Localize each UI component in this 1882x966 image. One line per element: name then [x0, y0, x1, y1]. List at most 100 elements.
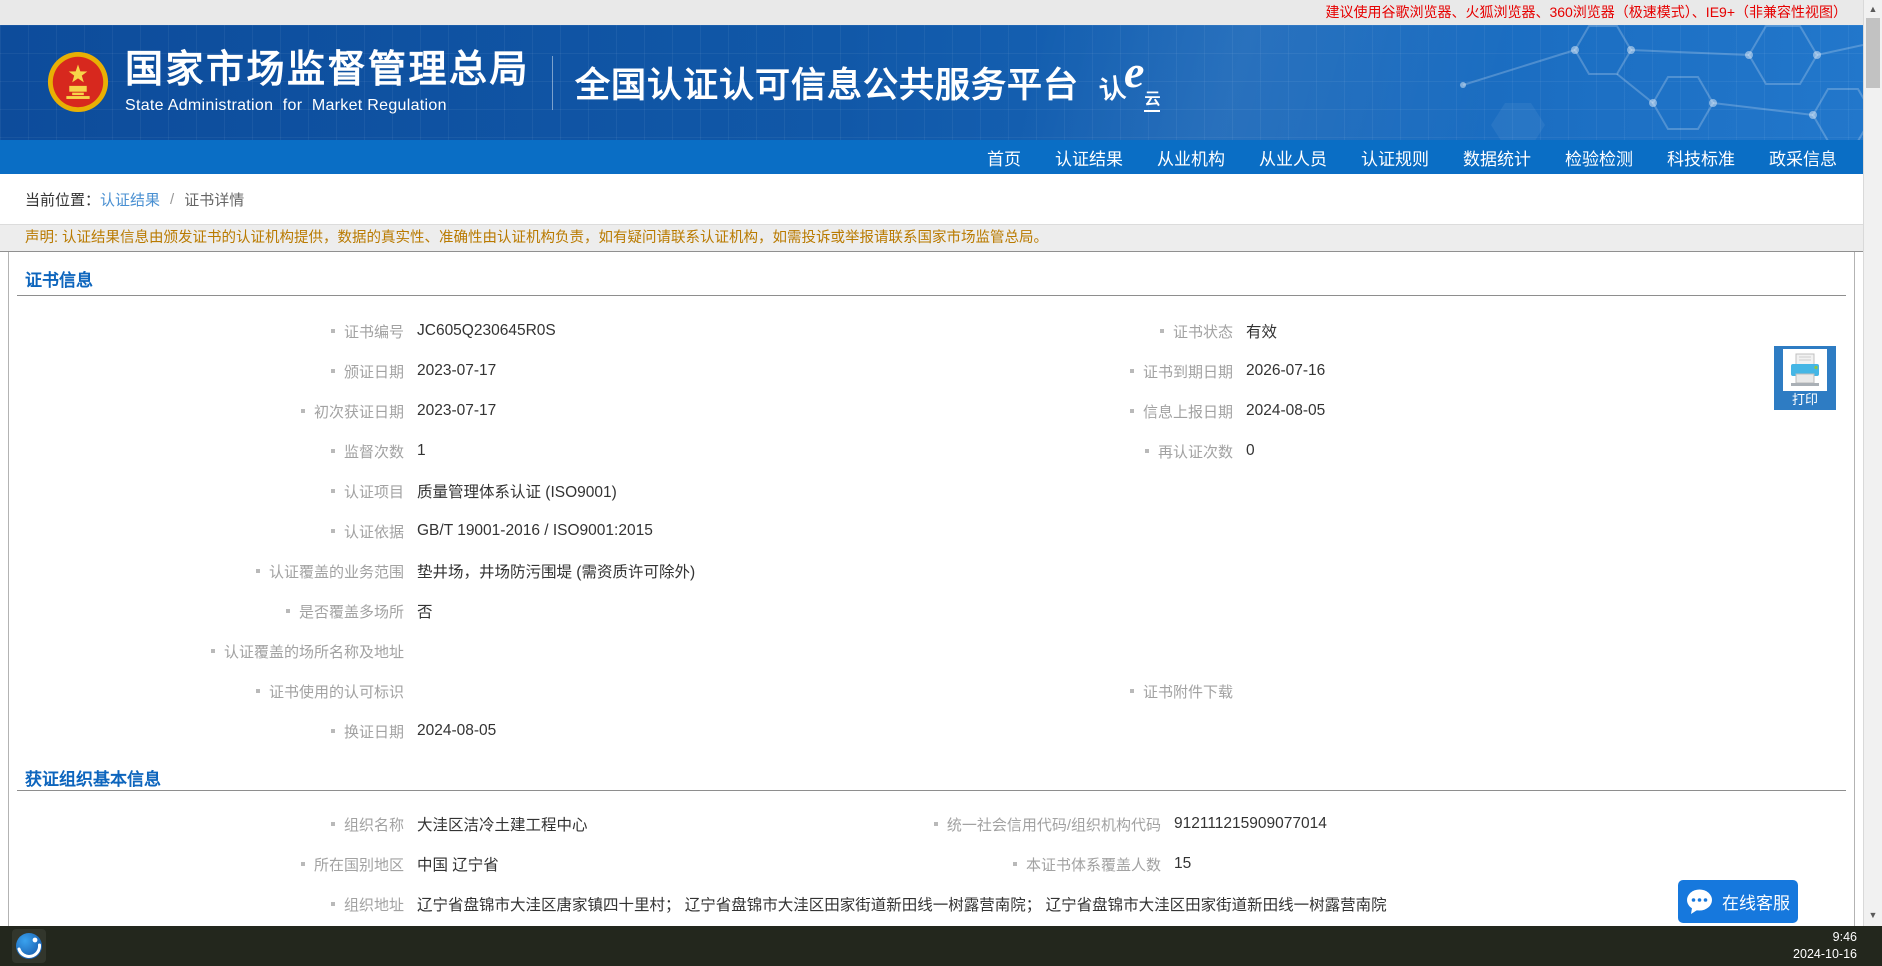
site-logo[interactable]: 国家市场监督管理总局 State Administration for Mark… [46, 48, 531, 116]
disclaimer-bar: 声明: 认证结果信息由颁发证书的认证机构提供，数据的真实性、准确性由认证机构负责… [0, 224, 1863, 252]
browser-taskbar-icon[interactable] [12, 929, 46, 963]
field-row: 证书状态 有效 [791, 311, 1277, 351]
nav-item[interactable]: 认证结果 [1055, 145, 1123, 170]
nav-item[interactable]: 从业机构 [1157, 145, 1225, 170]
field-label: 证书使用的认可标识 [9, 681, 404, 702]
bullet-icon [330, 449, 335, 453]
bullet-icon [285, 609, 290, 613]
field-row: 认证项目 质量管理体系认证 (ISO9001) [9, 471, 617, 511]
field-row: 再认证次数 0 [791, 431, 1255, 471]
disclaimer-text: 声明: 认证结果信息由颁发证书的认证机构提供，数据的真实性、准确性由认证机构负责… [25, 230, 1049, 246]
page: 建议使用谷歌浏览器、火狐浏览器、360浏览器（极速模式）、IE9+（非兼容性视图… [0, 0, 1882, 966]
field-row: 换证日期 2024-08-05 [9, 711, 496, 751]
main-nav: 首页 认证结果 从业机构 从业人员 认证规则 数据统计 检验检测 科技标准 政采信息 [0, 140, 1863, 174]
field-label: 再认证次数 [791, 441, 1233, 462]
field-label: 统一社会信用代码/组织机构代码 [791, 814, 1161, 835]
nav-item[interactable]: 从业人员 [1259, 145, 1327, 170]
scrollbar-up-arrow[interactable]: ▲ [1864, 4, 1882, 14]
field-label: 证书附件下载 [791, 681, 1233, 702]
bullet-icon [1144, 449, 1149, 453]
bullet-icon [330, 529, 335, 533]
ren-e-yun-logo: 认 e 云 [1097, 49, 1161, 112]
field-value: 质量管理体系认证 (ISO9001) [417, 484, 617, 501]
field-label: 监督次数 [9, 441, 404, 462]
field-row: 统一社会信用代码/组织机构代码 912111215909077014 [791, 804, 1327, 844]
bullet-icon [330, 489, 335, 493]
scrollbar-down-arrow[interactable]: ▼ [1864, 910, 1882, 920]
nav-menu: 首页 认证结果 从业机构 从业人员 认证规则 数据统计 检验检测 科技标准 政采信息 [953, 145, 1837, 170]
online-chat-button[interactable]: 在线客服 [1678, 880, 1798, 923]
field-row: 证书使用的认可标识 [9, 671, 417, 711]
field-label: 本证书体系覆盖人数 [791, 854, 1161, 875]
field-label: 组织地址 [9, 894, 404, 915]
ren-e-yun-char-yun: 云 [1144, 85, 1161, 112]
field-label: 所在国别地区 [9, 854, 404, 875]
field-row: 认证覆盖的业务范围 垫井场，井场防污围堤 (需资质许可除外) [9, 551, 695, 591]
field-label: 颁证日期 [9, 361, 404, 382]
field-row: 认证依据 GB/T 19001-2016 / ISO9001:2015 [9, 511, 653, 551]
field-value: 有效 [1246, 324, 1278, 341]
field-label: 初次获证日期 [9, 401, 404, 422]
field-label: 认证项目 [9, 481, 404, 502]
nav-item[interactable]: 认证规则 [1361, 145, 1429, 170]
field-label: 认证依据 [9, 521, 404, 542]
scrollbar[interactable]: ▲ ▼ [1863, 0, 1882, 926]
print-button[interactable]: 打印 [1774, 346, 1836, 410]
site-header: 国家市场监督管理总局 State Administration for Mark… [0, 25, 1863, 140]
breadcrumb-separator: / [170, 190, 175, 208]
bullet-icon [255, 569, 260, 573]
field-value: GB/T 19001-2016 / ISO9001:2015 [417, 522, 653, 539]
field-value: 2023-07-17 [417, 362, 497, 379]
field-value: 大洼区洁冷土建工程中心 [417, 817, 588, 834]
field-row: 初次获证日期 2023-07-17 [9, 391, 496, 431]
printer-icon [1783, 349, 1827, 391]
field-row: 监督次数 1 [9, 431, 426, 471]
certificate-detail-panel: 证书信息 证书编号 JC605Q230645R0S 颁证日期 2023-07-17 初次… [8, 252, 1855, 926]
nav-item[interactable]: 首页 [987, 145, 1021, 170]
nav-item[interactable]: 政采信息 [1769, 145, 1837, 170]
field-row: 组织名称 大洼区洁冷土建工程中心 [9, 804, 588, 844]
field-label: 组织名称 [9, 814, 404, 835]
ren-e-yun-char-ren: 认 [1097, 72, 1128, 106]
breadcrumb-current: 证书详情 [184, 191, 245, 209]
ren-e-yun-char-e: e [1124, 46, 1145, 97]
field-value: 0 [1246, 442, 1255, 459]
platform-title: 全国认证认可信息公共服务平台 [575, 66, 1080, 105]
field-label: 是否覆盖多场所 [9, 601, 404, 622]
field-label: 证书编号 [9, 321, 404, 342]
section-title-org-info: 获证组织基本信息 [25, 770, 161, 789]
nav-item[interactable]: 检验检测 [1565, 145, 1633, 170]
breadcrumb-link-cert-results[interactable]: 认证结果 [100, 189, 160, 210]
field-label: 证书状态 [791, 321, 1233, 342]
taskbar-date: 2024-10-16 [1793, 947, 1857, 961]
bullet-icon [1129, 369, 1134, 373]
nav-item[interactable]: 数据统计 [1463, 145, 1531, 170]
scrollbar-thumb[interactable] [1866, 18, 1880, 88]
field-label: 证书到期日期 [791, 361, 1233, 382]
bullet-icon [210, 649, 215, 653]
breadcrumb-label: 当前位置： [25, 191, 101, 209]
field-value: 912111215909077014 [1174, 815, 1327, 832]
browser-notice-bar: 建议使用谷歌浏览器、火狐浏览器、360浏览器（极速模式）、IE9+（非兼容性视图… [0, 0, 1863, 25]
bullet-icon [330, 902, 335, 906]
browser-notice-text: 建议使用谷歌浏览器、火狐浏览器、360浏览器（极速模式）、IE9+（非兼容性视图… [1325, 4, 1847, 20]
bullet-icon [330, 822, 335, 826]
field-label: 认证覆盖的业务范围 [9, 561, 404, 582]
browser-viewport: 建议使用谷歌浏览器、火狐浏览器、360浏览器（极速模式）、IE9+（非兼容性视图… [0, 0, 1863, 926]
field-value: 垫井场，井场防污围堤 (需资质许可除外) [417, 564, 696, 581]
field-row: 信息上报日期 2024-08-05 [791, 391, 1325, 431]
taskbar-clock[interactable]: 9:46 2024-10-16 [1793, 929, 1857, 963]
field-value: JC605Q230645R0S [417, 322, 556, 339]
org-title-cn: 国家市场监督管理总局 [125, 48, 531, 91]
field-value: 1 [417, 442, 426, 459]
field-row: 所在国别地区 中国 辽宁省 [9, 844, 499, 884]
field-row: 证书编号 JC605Q230645R0S [9, 311, 556, 351]
bullet-icon [255, 689, 260, 693]
taskbar-time: 9:46 [1832, 930, 1857, 944]
nav-item[interactable]: 科技标准 [1667, 145, 1735, 170]
section-title-certificate-info: 证书信息 [25, 271, 93, 290]
bullet-icon [1129, 689, 1134, 693]
organization-fields: 组织名称 大洼区洁冷土建工程中心 所在国别地区 中国 辽宁省 组织地址 辽宁省盘锦市大洼区… [9, 804, 1854, 924]
field-row: 组织地址 辽宁省盘锦市大洼区唐家镇四十里村； 辽宁省盘锦市大洼区田家街道新田线一树… [9, 884, 1387, 924]
certificate-fields: 证书编号 JC605Q230645R0S 颁证日期 2023-07-17 初次获证日期 2… [9, 311, 1854, 751]
